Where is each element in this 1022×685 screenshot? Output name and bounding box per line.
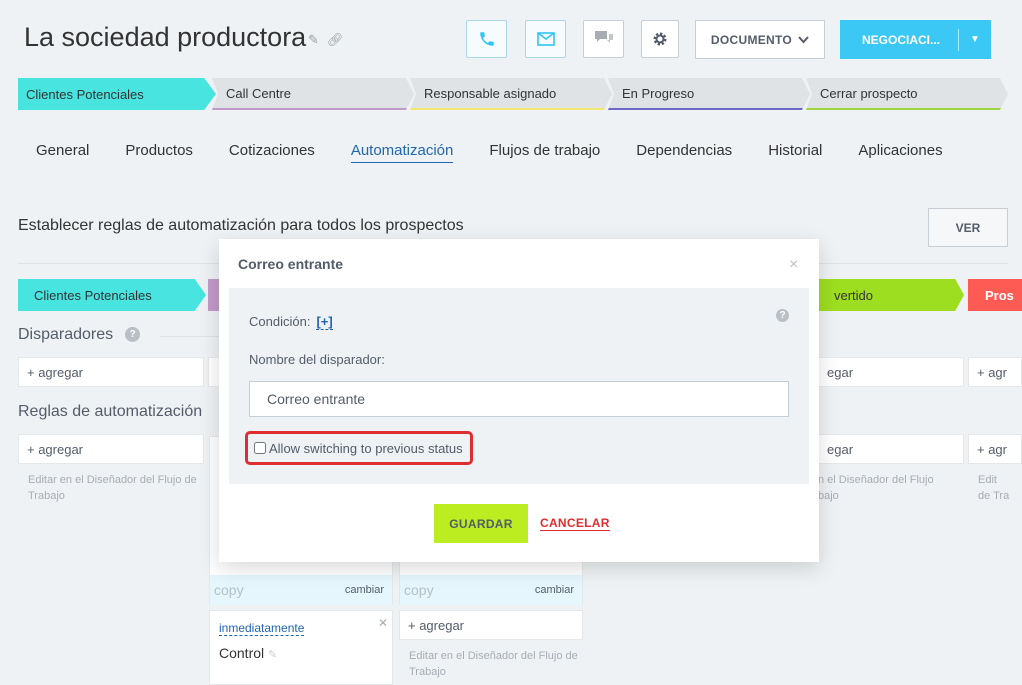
stage-label: Cerrar prospecto — [820, 85, 918, 101]
tab-historial[interactable]: Historial — [768, 142, 822, 163]
settings-button[interactable] — [641, 20, 679, 58]
rule-card-footer: copy cambiar — [400, 575, 582, 605]
add-rule-button[interactable]: + agregar — [18, 434, 204, 464]
tab-bar: General Productos Cotizaciones Automatiz… — [36, 142, 943, 163]
link-icon[interactable]: 🔗︎ — [327, 32, 344, 47]
edit-in-designer-link[interactable]: n el Diseñador del Flujo bajo — [818, 472, 958, 504]
column-header-clientes-potenciales: Clientes Potenciales — [18, 279, 206, 311]
edit-in-designer-link[interactable]: Editar en el Diseñador del Flujo de Trab… — [28, 472, 198, 504]
stage-clientes-potenciales[interactable]: Clientes Potenciales — [18, 78, 216, 110]
edit-in-designer-link[interactable]: Editar en el Diseñador del Flujo de Trab… — [409, 648, 579, 680]
chevron-down-icon — [798, 35, 809, 43]
email-button[interactable] — [525, 20, 566, 58]
triggers-label: Disparadores? — [18, 326, 141, 344]
rule-timing-link[interactable]: inmediatamente — [219, 621, 305, 636]
envelope-icon — [536, 32, 555, 46]
add-rule-button[interactable]: + agr — [968, 434, 1022, 464]
stage-call-centre[interactable]: Call Centre — [212, 78, 414, 110]
trigger-name-input[interactable] — [249, 381, 789, 417]
column-header-convertido: vertido — [818, 279, 964, 311]
chat-button[interactable] — [583, 20, 624, 58]
tab-automatizacion[interactable]: Automatización — [350, 142, 454, 163]
tab-aplicaciones[interactable]: Aplicaciones — [858, 142, 942, 163]
triggers-label-text: Disparadores — [18, 326, 114, 343]
help-icon[interactable]: ? — [776, 309, 789, 322]
column-header-label: Pros — [985, 287, 1014, 303]
negotiation-button[interactable]: NEGOCIACI... ▼ — [840, 20, 991, 59]
allow-previous-status-checkbox[interactable] — [254, 442, 266, 454]
copy-label: copy — [404, 582, 434, 598]
tab-dependencias[interactable]: Dependencias — [636, 142, 732, 163]
call-button[interactable] — [466, 20, 507, 58]
add-rule-button[interactable]: + agregar — [399, 610, 583, 640]
trigger-dialog: Correo entrante × Condición: [+] ? Nombre… — [219, 239, 819, 562]
tab-general[interactable]: General — [36, 142, 89, 163]
tab-cotizaciones[interactable]: Cotizaciones — [229, 142, 315, 163]
add-condition-link[interactable]: [+] — [316, 314, 333, 330]
add-trigger-button[interactable]: + agr — [968, 357, 1022, 387]
stage-label: Call Centre — [226, 85, 292, 101]
edit-in-designer-link[interactable]: Edit de Tra — [978, 472, 1022, 504]
divider — [160, 336, 220, 337]
phone-icon — [479, 32, 494, 46]
negotiation-button-label: NEGOCIACI... — [862, 32, 941, 47]
trigger-name-label: Nombre del disparador: — [249, 352, 385, 367]
dialog-body: Condición: [+] ? Nombre del disparador: A… — [229, 288, 809, 484]
column-header-label: vertido — [834, 287, 874, 303]
rule-card-footer: copy cambiar — [210, 575, 392, 605]
title-actions: ✎ 🔗︎ — [308, 32, 351, 48]
save-button[interactable]: GUARDAR — [434, 504, 528, 543]
automation-heading: Establecer reglas de automatización para… — [18, 217, 464, 234]
rules-label: Reglas de automatización — [18, 403, 203, 420]
rule-name-text: Control — [219, 645, 265, 661]
stage-responsable-asignado[interactable]: Responsable asignado — [410, 78, 612, 110]
copy-label: copy — [214, 582, 244, 598]
tab-flujos-de-trabajo[interactable]: Flujos de trabajo — [489, 142, 600, 163]
stage-en-progreso[interactable]: En Progreso — [608, 78, 810, 110]
help-icon[interactable]: ? — [125, 327, 141, 343]
stage-cerrar-prospecto[interactable]: Cerrar prospecto — [806, 78, 1008, 110]
page-title: La sociedad productora — [24, 22, 307, 52]
dialog-title: Correo entrante — [238, 256, 344, 272]
document-button-label: DOCUMENTO — [710, 32, 793, 47]
chat-icon — [594, 31, 613, 43]
add-rule-button[interactable]: egar — [818, 434, 964, 464]
stage-label: Responsable asignado — [424, 85, 557, 101]
condition-row: Condición: [+] — [249, 314, 333, 330]
stage-label: En Progreso — [622, 85, 695, 101]
cancel-link[interactable]: CANCELAR — [540, 516, 610, 531]
document-button[interactable]: DOCUMENTO — [695, 20, 825, 59]
stage-label: Clientes Potenciales — [26, 86, 144, 102]
pencil-icon[interactable]: ✎ — [268, 649, 277, 661]
column-header-label: Clientes Potenciales — [34, 287, 152, 303]
allow-previous-status-option[interactable]: Allow switching to previous status — [245, 431, 473, 465]
caret-down-icon[interactable]: ▼ — [959, 34, 991, 45]
pencil-icon[interactable]: ✎ — [308, 32, 319, 47]
column-header-prospecto: Pros — [968, 279, 1022, 311]
change-link[interactable]: cambiar — [345, 584, 384, 596]
gear-icon — [653, 32, 667, 46]
control-rule-card[interactable]: inmediatamente ✕ Control ✎ — [209, 610, 393, 685]
view-button[interactable]: VER — [928, 208, 1008, 247]
tab-productos[interactable]: Productos — [125, 142, 193, 163]
add-trigger-button[interactable]: egar — [818, 357, 964, 387]
close-icon[interactable]: × — [789, 256, 798, 274]
rule-name: Control ✎ — [219, 645, 277, 661]
close-icon[interactable]: ✕ — [378, 616, 388, 630]
add-trigger-button[interactable]: + agregar — [18, 357, 204, 387]
allow-previous-status-label: Allow switching to previous status — [269, 440, 463, 456]
change-link[interactable]: cambiar — [535, 584, 574, 596]
condition-label: Condición: — [249, 314, 311, 329]
